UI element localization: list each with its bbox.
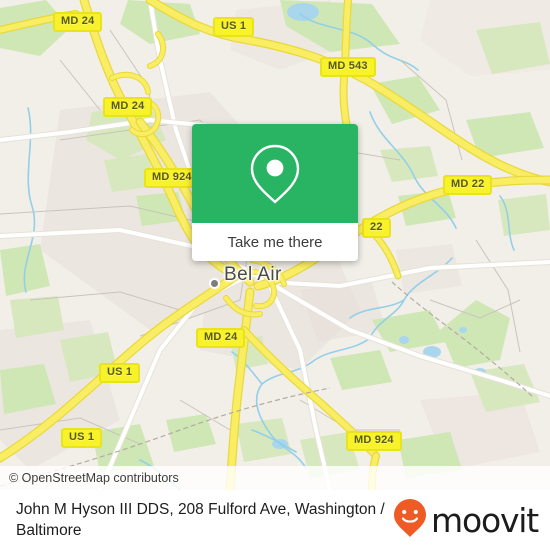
place-popup-card[interactable]: Take me there [192,124,358,261]
road-shield: US 1 [213,17,255,37]
place-title: John M Hyson III DDS, 208 Fulford Ave, W… [16,501,385,539]
road-shield: MD 24 [103,97,153,117]
road-shield: MD 24 [196,328,246,348]
road-shield: US 1 [99,363,141,383]
attribution-text: © OpenStreetMap contributors [9,471,179,485]
take-me-there-button[interactable]: Take me there [192,223,358,261]
road-shield: US 1 [61,428,103,448]
take-me-there-label: Take me there [227,233,323,251]
map-canvas[interactable]: .park { fill:#cfe7b5; } .park2 { fill:#d… [0,0,550,490]
moovit-wordmark: moovit [431,500,539,540]
road-shield: 22 [362,218,391,238]
map-screenshot: .park { fill:#cfe7b5; } .park2 { fill:#d… [0,0,550,550]
road-shield: MD 22 [443,175,493,195]
city-label: Bel Air [224,264,282,285]
map-attribution: © OpenStreetMap contributors [0,466,550,490]
city-marker-dot [209,278,220,289]
footer-bar: John M Hyson III DDS, 208 Fulford Ave, W… [0,490,550,550]
moovit-logo: moovit [393,498,539,543]
moovit-pin-icon [393,498,427,543]
road-shield: MD 24 [53,12,103,32]
road-shield: MD 543 [320,57,376,77]
road-shield: MD 924 [346,431,402,451]
location-pin-icon [246,142,304,206]
popup-header [192,124,358,223]
